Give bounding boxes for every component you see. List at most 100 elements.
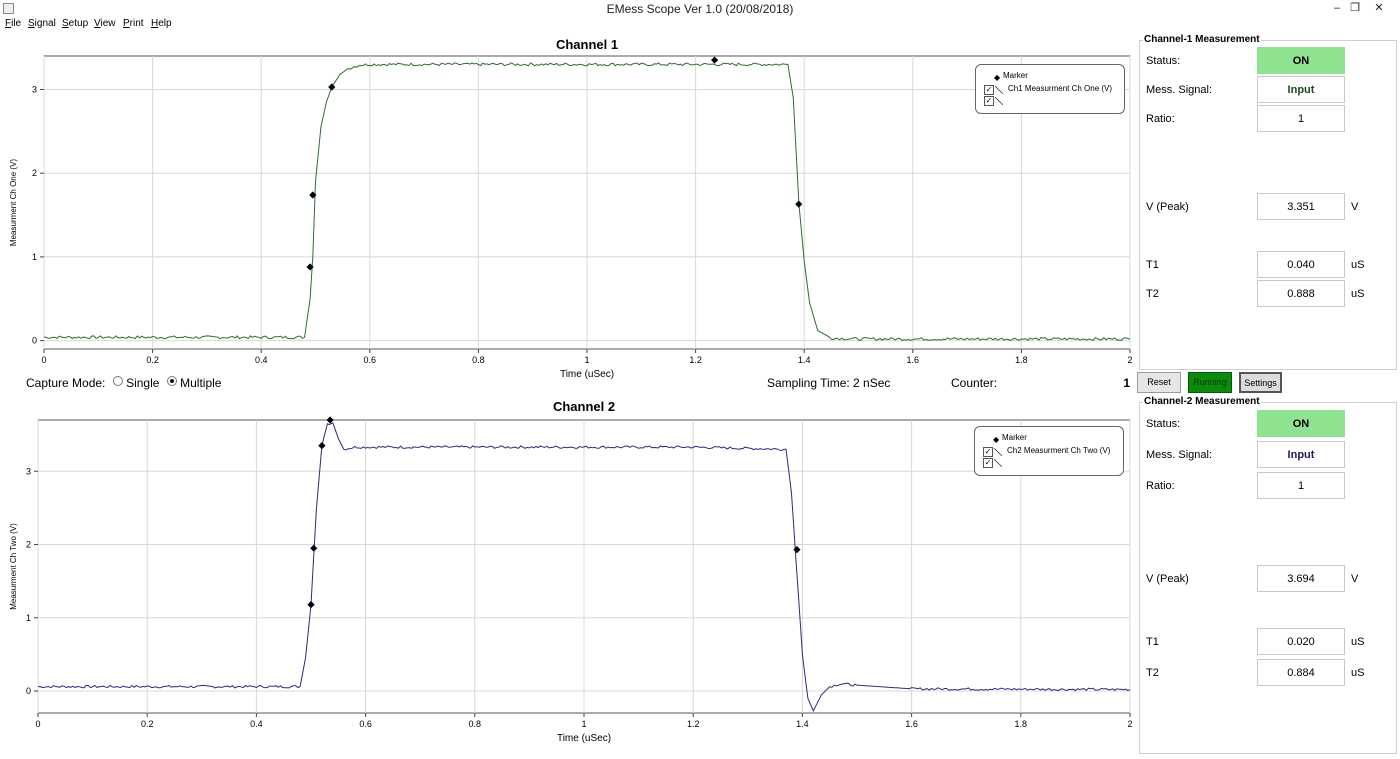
single-label[interactable]: Single bbox=[126, 376, 159, 390]
vpeak-value: 3.351 bbox=[1257, 193, 1345, 220]
x-tick-label: 0.8 bbox=[469, 719, 482, 729]
legend-empty-row: ✓ bbox=[984, 96, 1124, 107]
x-tick-label: 1.6 bbox=[907, 355, 920, 365]
legend-checkbox[interactable]: ✓ bbox=[984, 85, 994, 95]
channel2-title: Channel 2 bbox=[552, 399, 616, 414]
x-axis-label: Time (uSec) bbox=[557, 733, 611, 744]
title-bar: EMess Scope Ver 1.0 (20/08/2018) – ❐ ✕ bbox=[0, 0, 1400, 17]
x-tick-label: 0 bbox=[35, 719, 40, 729]
line-icon bbox=[994, 448, 1002, 456]
reset-button[interactable]: Reset bbox=[1137, 372, 1181, 393]
vpeak-label: V (Peak) bbox=[1146, 201, 1189, 213]
line-icon bbox=[995, 97, 1003, 105]
signal-label: Mess. Signal: bbox=[1146, 449, 1213, 461]
menu-bar: File Signal Setup View Print Help bbox=[0, 17, 1400, 31]
legend-checkbox[interactable]: ✓ bbox=[983, 458, 993, 468]
vpeak-unit: V bbox=[1351, 201, 1359, 213]
legend-series-row: ✓ Ch1 Measurment Ch One (V) bbox=[984, 84, 1124, 96]
channel1-measurement-title: Channel-1 Measurement bbox=[1143, 34, 1261, 45]
menu-print[interactable]: Print bbox=[123, 18, 144, 29]
capture-mode-label: Capture Mode: bbox=[26, 376, 106, 390]
legend-marker-row: ◆ Marker bbox=[984, 71, 1124, 84]
close-icon[interactable]: ✕ bbox=[1368, 0, 1390, 16]
x-tick-label: 0.2 bbox=[146, 355, 159, 365]
channel2-plot[interactable]: 0 0.2 0.4 0.6 0.8 1 1.2 1.4 1.6 1.8 2 0 1 2 3 Time (uSe… bbox=[0, 414, 1138, 759]
legend-empty-row: ✓ bbox=[983, 458, 1123, 469]
legend-marker-row: ◆ Marker bbox=[983, 433, 1123, 446]
t2-unit: uS bbox=[1351, 667, 1365, 679]
legend-marker-label: Marker bbox=[1002, 433, 1027, 442]
ratio-field[interactable]: 1 bbox=[1257, 472, 1345, 499]
t2-label: T2 bbox=[1146, 288, 1159, 300]
settings-button[interactable]: Settings bbox=[1239, 372, 1282, 393]
x-tick-label: 0 bbox=[41, 355, 46, 365]
ratio-label: Ratio: bbox=[1146, 113, 1175, 125]
x-tick-label: 0.4 bbox=[250, 719, 263, 729]
channel1-title: Channel 1 bbox=[555, 37, 619, 52]
x-tick-label: 2 bbox=[1127, 355, 1132, 365]
x-axis-label: Time (uSec) bbox=[560, 369, 614, 380]
channel2-measurement-title: Channel-2 Measurement bbox=[1143, 396, 1261, 407]
window-title: EMess Scope Ver 1.0 (20/08/2018) bbox=[606, 2, 794, 16]
multiple-radio[interactable] bbox=[166, 376, 177, 386]
counter-value: 1 bbox=[1123, 376, 1130, 390]
line-icon bbox=[994, 459, 1002, 467]
menu-file[interactable]: File bbox=[5, 18, 21, 29]
legend-checkbox[interactable]: ✓ bbox=[983, 447, 993, 457]
t1-label: T1 bbox=[1146, 636, 1159, 648]
y-tick-label: 1 bbox=[32, 252, 37, 262]
ratio-field[interactable]: 1 bbox=[1257, 105, 1345, 132]
y-tick-label: 2 bbox=[26, 540, 31, 550]
t2-label: T2 bbox=[1146, 667, 1159, 679]
sampling-time: Sampling Time: 2 nSec bbox=[767, 376, 891, 390]
legend-series-row: ✓ Ch2 Measurment Ch Two (V) bbox=[983, 446, 1123, 458]
y-tick-label: 1 bbox=[26, 613, 31, 623]
menu-view[interactable]: View bbox=[94, 18, 116, 29]
vpeak-label: V (Peak) bbox=[1146, 573, 1189, 585]
legend-series-label: Ch1 Measurment Ch One (V) bbox=[1008, 84, 1113, 93]
legend-series-label: Ch2 Measurment Ch Two (V) bbox=[1007, 446, 1111, 455]
y-tick-label: 3 bbox=[26, 466, 31, 476]
running-button[interactable]: Running bbox=[1188, 372, 1232, 393]
signal-value[interactable]: Input bbox=[1257, 76, 1345, 103]
signal-value[interactable]: Input bbox=[1257, 441, 1345, 468]
restore-icon[interactable]: ❐ bbox=[1344, 0, 1366, 16]
x-tick-label: 1.2 bbox=[687, 719, 700, 729]
line-icon bbox=[995, 86, 1003, 94]
legend-checkbox[interactable]: ✓ bbox=[984, 96, 994, 106]
status-value: ON bbox=[1257, 410, 1345, 437]
diamond-icon: ◆ bbox=[994, 73, 1001, 82]
x-tick-label: 1.8 bbox=[1015, 719, 1028, 729]
menu-signal[interactable]: Signal bbox=[28, 18, 56, 29]
x-tick-label: 0.8 bbox=[472, 355, 485, 365]
status-value: ON bbox=[1257, 47, 1345, 74]
ratio-label: Ratio: bbox=[1146, 480, 1175, 492]
x-tick-label: 1 bbox=[581, 719, 586, 729]
y-tick-label: 3 bbox=[32, 84, 37, 94]
x-tick-label: 1 bbox=[584, 355, 589, 365]
x-tick-label: 0.6 bbox=[359, 719, 372, 729]
t1-value: 0.040 bbox=[1257, 251, 1345, 278]
y-axis-label: Measurment Ch Two (V) bbox=[9, 523, 18, 610]
vpeak-unit: V bbox=[1351, 573, 1359, 585]
diamond-icon: ◆ bbox=[993, 435, 1000, 444]
t2-unit: uS bbox=[1351, 288, 1365, 300]
channel1-plot[interactable]: 0 0.2 0.4 0.6 0.8 1 1.2 1.4 1.6 1.8 2 0 1 2 3 Time (uSe… bbox=[0, 52, 1138, 392]
y-tick-label: 0 bbox=[32, 336, 37, 346]
menu-setup[interactable]: Setup bbox=[62, 18, 88, 29]
t1-label: T1 bbox=[1146, 259, 1159, 271]
multiple-label[interactable]: Multiple bbox=[180, 376, 221, 390]
channel2-legend: ◆ Marker ✓ Ch2 Measurment Ch Two (V) ✓ bbox=[974, 426, 1124, 476]
t1-unit: uS bbox=[1351, 259, 1365, 271]
x-tick-label: 1.8 bbox=[1015, 355, 1028, 365]
y-axis-label: Measurment Ch One (V) bbox=[9, 159, 18, 246]
signal-label: Mess. Signal: bbox=[1146, 84, 1213, 96]
x-tick-label: 2 bbox=[1127, 719, 1132, 729]
single-radio[interactable] bbox=[112, 376, 123, 386]
counter-label: Counter: bbox=[951, 376, 998, 390]
x-tick-label: 1.6 bbox=[905, 719, 918, 729]
legend-marker-label: Marker bbox=[1003, 71, 1028, 80]
menu-help[interactable]: Help bbox=[151, 18, 172, 29]
status-label: Status: bbox=[1146, 55, 1181, 67]
x-tick-label: 1.4 bbox=[796, 719, 809, 729]
